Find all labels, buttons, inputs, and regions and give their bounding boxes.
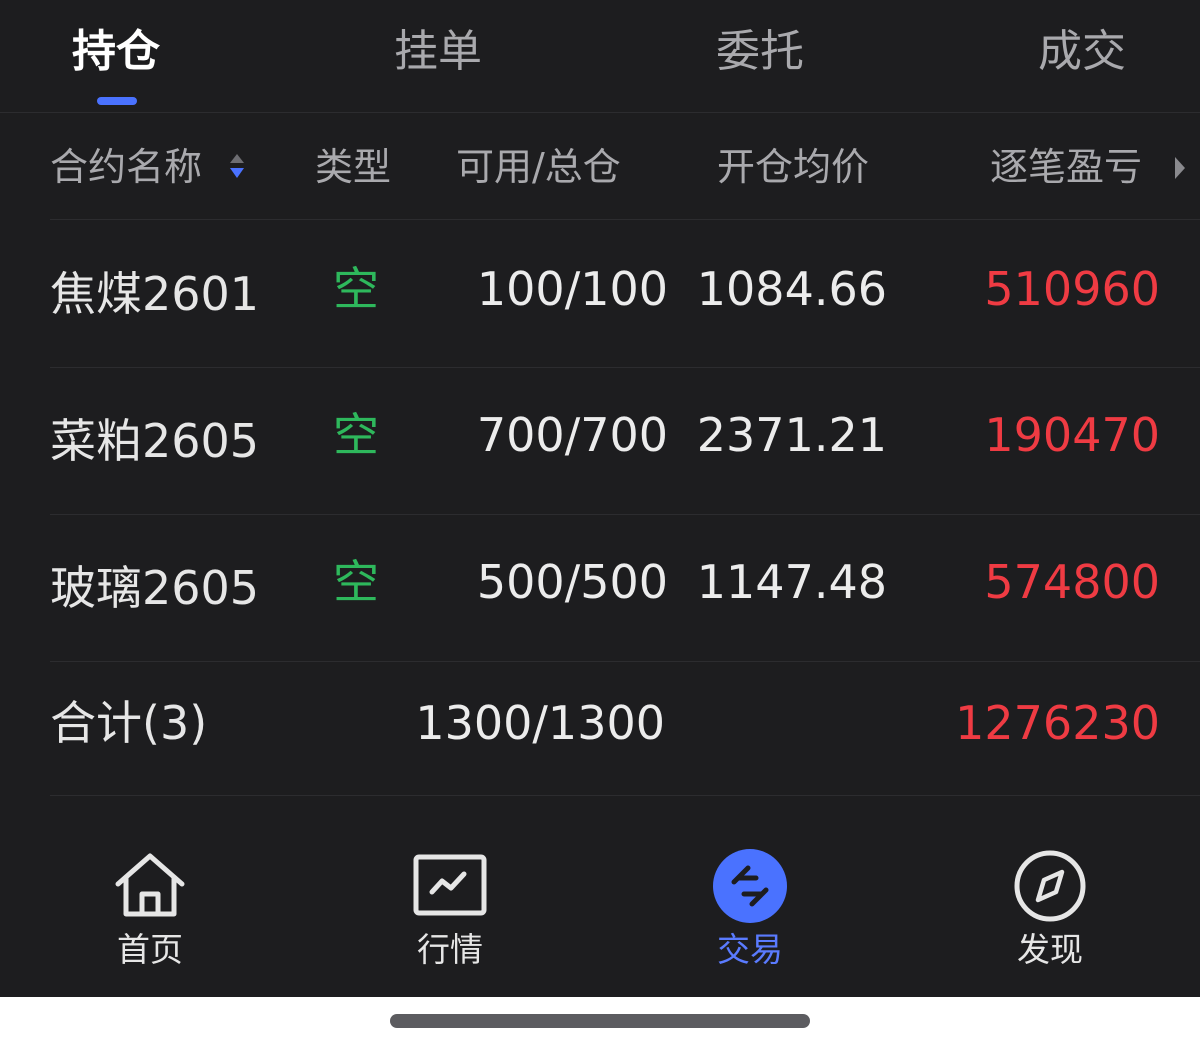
tab-orders[interactable]: 委托 [660, 22, 860, 82]
total-row: 合计(3) 1300/1300 1276230 [50, 661, 1200, 796]
table-row[interactable]: 玻璃2605 空 500/500 1147.48 574800 [50, 515, 1200, 662]
chart-icon [413, 854, 487, 916]
header-type: 类型 [315, 145, 392, 189]
positions-screen: 持仓 挂单 委托 成交 合约名称 类型 可用/总仓 开仓均价 逐笔盈亏 焦煤26… [0, 0, 1200, 997]
nav-home[interactable]: 首页 [50, 830, 250, 980]
table-row[interactable]: 焦煤2601 空 100/100 1084.66 510960 [50, 221, 1200, 368]
nav-home-label: 首页 [117, 930, 183, 969]
pnl-value: 190470 [984, 408, 1160, 462]
caret-right-icon[interactable] [1173, 155, 1187, 181]
home-indicator[interactable] [390, 1014, 810, 1028]
contract-name: 玻璃2605 [50, 561, 260, 615]
home-icon [115, 853, 185, 917]
pnl-value: 510960 [984, 262, 1160, 316]
position-type: 空 [333, 262, 379, 316]
tab-trades[interactable]: 成交 [982, 22, 1182, 82]
header-contract-name[interactable]: 合约名称 [50, 141, 202, 193]
header-pnl[interactable]: 逐笔盈亏 [990, 141, 1142, 193]
tab-pending-orders[interactable]: 挂单 [338, 22, 538, 82]
tab-positions[interactable]: 持仓 [16, 22, 216, 82]
nav-discover[interactable]: 发现 [950, 830, 1150, 980]
sort-icon[interactable] [228, 151, 246, 181]
available-total: 700/700 [476, 408, 668, 462]
nav-trade-label: 交易 [717, 930, 783, 969]
top-tab-bar: 持仓 挂单 委托 成交 [0, 0, 1200, 113]
pnl-value: 574800 [984, 555, 1160, 609]
contract-name: 焦煤2601 [50, 267, 260, 321]
compass-icon [1014, 850, 1086, 922]
table-header: 合约名称 类型 可用/总仓 开仓均价 逐笔盈亏 [50, 113, 1200, 220]
total-available-total: 1300/1300 [415, 696, 665, 750]
available-total: 100/100 [476, 262, 668, 316]
bottom-nav: 首页 行情 交易 发现 [0, 830, 1200, 997]
nav-discover-label: 发现 [1017, 930, 1083, 969]
nav-market[interactable]: 行情 [350, 830, 550, 980]
nav-trade[interactable]: 交易 [650, 830, 850, 980]
available-total: 500/500 [476, 555, 668, 609]
total-pnl: 1276230 [955, 696, 1160, 750]
open-avg-price: 1147.48 [696, 555, 887, 609]
trade-icon [713, 849, 787, 923]
position-type: 空 [333, 408, 379, 462]
total-label: 合计(3) [50, 696, 208, 750]
header-open-avg-price: 开仓均价 [717, 145, 870, 189]
active-tab-indicator [97, 97, 137, 105]
header-available-total: 可用/总仓 [456, 145, 621, 189]
open-avg-price: 2371.21 [696, 408, 887, 462]
table-row[interactable]: 菜粕2605 空 700/700 2371.21 190470 [50, 368, 1200, 515]
position-type: 空 [333, 555, 379, 609]
contract-name: 菜粕2605 [50, 414, 260, 468]
open-avg-price: 1084.66 [696, 262, 887, 316]
nav-market-label: 行情 [417, 930, 483, 969]
